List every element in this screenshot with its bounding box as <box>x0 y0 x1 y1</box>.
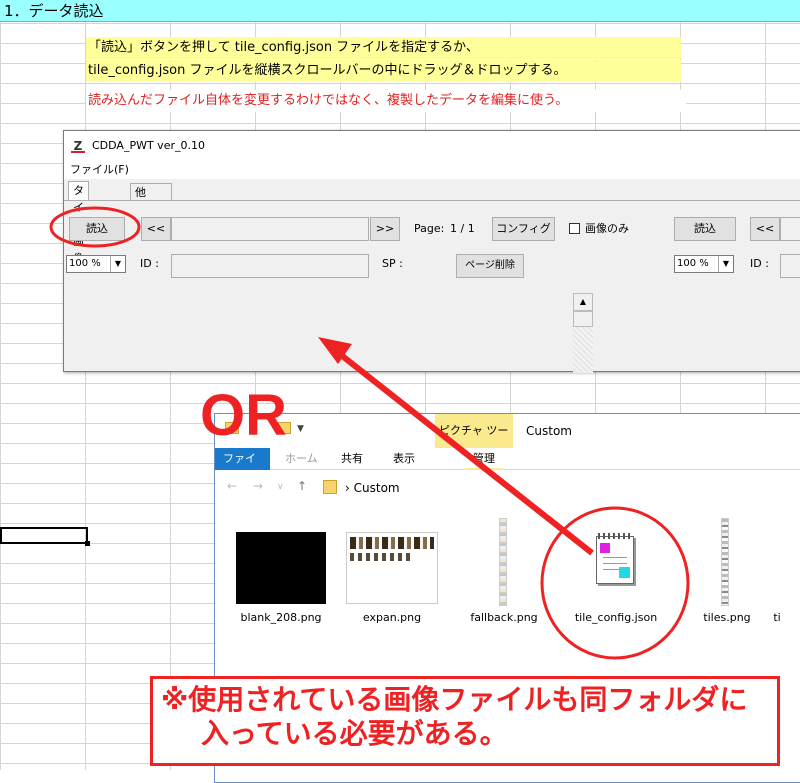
fill-handle[interactable] <box>85 541 90 546</box>
load-button[interactable]: 読込 <box>69 217 125 241</box>
ribbon-tab-view[interactable]: 表示 <box>385 448 423 470</box>
up-arrow-icon[interactable]: ↑ <box>297 479 307 493</box>
app-titlebar: Z CDDA_PWT ver_0.10 <box>64 131 800 161</box>
app-title: CDDA_PWT ver_0.10 <box>92 139 205 152</box>
id-label: ID : <box>140 257 159 270</box>
delete-page-button[interactable]: ページ削除 <box>456 254 524 278</box>
json-file-icon[interactable] <box>596 533 634 584</box>
ribbon-tab-share[interactable]: 共有 <box>333 448 371 470</box>
app-logo-icon: Z <box>71 140 85 153</box>
or-label: OR <box>200 383 287 448</box>
page-label: Page: <box>414 222 445 235</box>
scroll-up-icon[interactable]: ▲ <box>573 293 593 311</box>
address-bar: ← → ∨ ↑ <box>215 474 800 502</box>
ribbon-tabs: ファイル ホーム 共有 表示 管理 <box>215 448 800 487</box>
section-header: 1．データ読込 <box>0 0 800 22</box>
chevron-down-icon[interactable]: ∨ <box>277 482 284 492</box>
prev-page-button-right[interactable]: << <box>750 217 780 241</box>
file-name[interactable]: tile_config.json <box>566 611 666 624</box>
warning-line2: 入っている必要がある。 <box>201 717 508 750</box>
explorer-titlebar: ▼ ピクチャ ツール Custom <box>215 414 800 471</box>
config-button[interactable]: コンフィグ <box>492 217 555 241</box>
menu-file[interactable]: ファイル(F) <box>70 163 129 176</box>
breadcrumb-folder[interactable]: Custom <box>354 481 400 495</box>
forward-arrow-icon[interactable]: → <box>253 479 263 493</box>
instruction-note-line1: 「読込」ボタンを押して tile_config.json ファイルを指定するか、 <box>86 37 681 59</box>
zoom-value: 100 % <box>69 258 101 269</box>
path-field[interactable] <box>171 217 369 241</box>
path-field-right[interactable] <box>780 217 800 241</box>
next-page-button[interactable]: >> <box>370 217 400 241</box>
image-only-checkbox[interactable] <box>569 223 580 234</box>
file-name[interactable]: expan.png <box>342 611 442 624</box>
id-label-right: ID : <box>750 257 769 270</box>
page-value: 1 / 1 <box>450 222 475 235</box>
ribbon-tab-home[interactable]: ホーム <box>277 448 326 470</box>
folder-icon <box>323 480 337 494</box>
image-thumbnail[interactable] <box>346 532 438 604</box>
ribbon-tab-file[interactable]: ファイル <box>215 448 270 487</box>
chevron-down-icon[interactable]: ▼ <box>297 424 304 434</box>
vertical-scrollbar[interactable]: ▲ <box>573 293 593 373</box>
file-name[interactable]: blank_208.png <box>231 611 331 624</box>
warning-box: ※使用されている画像ファイルも同フォルダに 入っている必要がある。 <box>150 676 780 766</box>
chevron-down-icon[interactable]: ▼ <box>110 256 125 272</box>
picture-tools-tab[interactable]: ピクチャ ツール <box>435 414 513 471</box>
load-button-right[interactable]: 読込 <box>674 217 736 241</box>
sp-label: SP : <box>382 257 403 270</box>
app-window: Z CDDA_PWT ver_0.10 ファイル(F) タイル画像 他 読込 <… <box>63 130 800 373</box>
selected-cell[interactable] <box>0 527 90 546</box>
image-thumbnail[interactable] <box>236 532 326 604</box>
zoom-select-right[interactable]: 100 % ▼ <box>674 255 734 273</box>
tab-other[interactable]: 他 <box>130 183 172 201</box>
file-name[interactable]: fallback.png <box>454 611 554 624</box>
scroll-thumb[interactable] <box>573 311 593 327</box>
image-thumbnail[interactable] <box>499 518 507 606</box>
instruction-note-line2: tile_config.json ファイルを縦横スクロールバーの中にドラッグ＆ド… <box>86 60 681 82</box>
ribbon-tab-manage[interactable]: 管理 <box>465 448 503 470</box>
file-name[interactable]: ti <box>747 611 800 624</box>
chevron-down-icon[interactable]: ▼ <box>718 256 733 272</box>
zoom-select[interactable]: 100 % ▼ <box>66 255 126 273</box>
image-only-label: 画像のみ <box>585 222 629 235</box>
id-field-right[interactable] <box>780 254 800 278</box>
menubar: ファイル(F) <box>64 161 800 179</box>
explorer-window-title: Custom <box>526 424 572 438</box>
prev-page-button[interactable]: << <box>141 217 171 241</box>
back-arrow-icon[interactable]: ← <box>227 479 237 493</box>
breadcrumb[interactable]: › Custom <box>345 480 400 496</box>
warning-line1: ※使用されている画像ファイルも同フォルダに <box>161 683 748 716</box>
id-field[interactable] <box>171 254 369 278</box>
zoom-value-right: 100 % <box>677 258 709 269</box>
tab-tile-images[interactable]: タイル画像 <box>68 181 89 265</box>
instruction-note-red: 読み込んだファイル自体を変更するわけではなく、複製したデータを編集に使う。 <box>86 90 686 112</box>
image-thumbnail[interactable] <box>721 518 729 606</box>
